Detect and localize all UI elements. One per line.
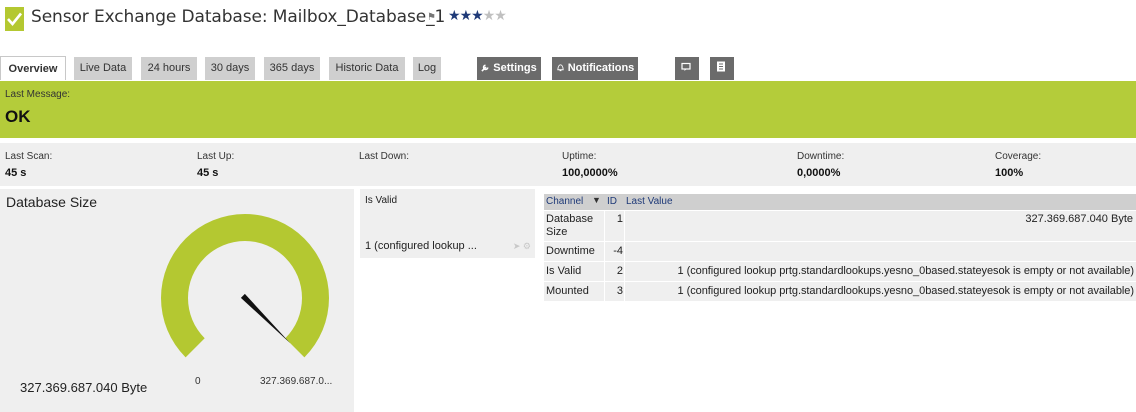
channel-last-value: 327.369.687.040 Byte <box>1025 213 1133 225</box>
stat-label: Downtime: <box>797 151 845 162</box>
channel-id: 2 <box>616 265 623 277</box>
gauge-max-label: 327.369.687.0... <box>260 376 333 387</box>
star-icon[interactable]: ★ <box>483 8 496 24</box>
list-icon <box>716 61 725 72</box>
tab-overview[interactable]: Overview <box>0 56 66 80</box>
sensor-header: Sensor Exchange Database: Mailbox_Databa… <box>0 0 1136 38</box>
table-header: Channel ▼ ID Last Value <box>544 194 1136 210</box>
bell-icon <box>556 64 564 72</box>
gear-icon[interactable]: ⚙ <box>523 241 531 251</box>
table-row[interactable]: Is Valid 2 1 (configured lookup prtg.sta… <box>544 262 1136 281</box>
tab-365-days[interactable]: 365 days <box>264 57 320 80</box>
gauge-arc <box>161 214 329 358</box>
stat-value: 45 s <box>5 167 27 179</box>
channel-id: 1 <box>616 213 623 225</box>
star-icon[interactable]: ★ <box>460 8 473 24</box>
stat-label: Last Scan: <box>5 151 53 162</box>
stat-coverage: Coverage: 100% <box>995 151 1041 179</box>
stat-label: Uptime: <box>562 151 597 162</box>
last-message-value: OK <box>5 107 31 126</box>
is-valid-value: 1 (configured lookup ... <box>365 240 477 252</box>
stat-last-up: Last Up: 45 s <box>197 151 234 179</box>
last-message-label: Last Message: <box>5 89 71 100</box>
table-row[interactable]: Database Size 1 327.369.687.040 Byte <box>544 211 1136 241</box>
tab-settings[interactable]: Settings <box>477 57 541 80</box>
stat-label: Last Down: <box>359 151 410 162</box>
stat-last-down: Last Down: <box>359 151 409 167</box>
stat-value: 100% <box>995 167 1024 179</box>
stat-value: 45 s <box>197 167 219 179</box>
gauge-value: 327.369.687.040 Byte <box>20 380 148 395</box>
sort-down-icon[interactable]: ▼ <box>592 195 601 205</box>
tab-24-hours[interactable]: 24 hours <box>141 57 197 80</box>
tab-settings-label: Settings <box>493 62 537 74</box>
page-title: Sensor Exchange Database: Mailbox_Databa… <box>31 7 446 27</box>
stat-label: Coverage: <box>995 151 1042 162</box>
flag-icon[interactable]: ⚑ <box>427 12 436 23</box>
comment-icon <box>680 62 691 71</box>
gauge-panel[interactable]: Database Size 327.369.687.040 Byte 0 327… <box>0 189 354 412</box>
pin-icon[interactable]: ➤ <box>513 241 521 251</box>
channel-name: Is Valid <box>546 265 582 277</box>
tab-notifications-label: Notifications <box>567 62 635 74</box>
stat-value: 0,0000% <box>797 167 841 179</box>
comments-button[interactable] <box>675 57 699 80</box>
tab-notifications[interactable]: Notifications <box>552 57 638 80</box>
tab-log[interactable]: Log <box>413 57 441 80</box>
tab-live-data[interactable]: Live Data <box>74 57 132 80</box>
stats-bar: Last Scan: 45 s Last Up: 45 s Last Down:… <box>0 143 1136 186</box>
priority-stars[interactable]: ★★★★★ <box>448 8 507 24</box>
history-button[interactable] <box>710 57 734 80</box>
tab-historic-data[interactable]: Historic Data <box>329 57 405 80</box>
stat-value: 100,0000% <box>562 167 618 179</box>
status-ok-icon <box>5 7 24 31</box>
stat-label: Last Up: <box>197 151 235 162</box>
gauge-needle <box>240 293 291 344</box>
channel-id: -4 <box>613 245 623 257</box>
stat-downtime: Downtime: 0,0000% <box>797 151 844 179</box>
channel-name: Mounted <box>546 285 589 297</box>
table-row[interactable]: Mounted 3 1 (configured lookup prtg.stan… <box>544 282 1136 301</box>
channel-name: Database Size <box>546 213 594 238</box>
star-icon[interactable]: ★ <box>494 8 507 24</box>
tab-bar: Overview Live Data 24 hours 30 days 365 … <box>0 56 1136 80</box>
channel-id: 3 <box>616 285 623 297</box>
table-row[interactable]: Downtime -4 <box>544 242 1136 261</box>
star-icon[interactable]: ★ <box>471 8 484 24</box>
channel-last-value: 1 (configured lookup prtg.standardlookup… <box>677 265 1135 277</box>
last-message-bar: Last Message: OK <box>0 81 1136 138</box>
tab-30-days[interactable]: 30 days <box>205 57 255 80</box>
is-valid-title: Is Valid <box>365 195 398 206</box>
gauge-min-label: 0 <box>195 376 201 387</box>
column-header-id[interactable]: ID <box>607 196 617 207</box>
star-icon[interactable]: ★ <box>448 8 461 24</box>
wrench-icon <box>481 64 489 72</box>
channel-last-value: 1 (configured lookup prtg.standardlookup… <box>677 285 1135 297</box>
panel-tools: ➤ ⚙ <box>513 241 531 252</box>
column-header-channel[interactable]: Channel <box>546 196 583 207</box>
channel-name: Downtime <box>546 245 595 257</box>
stat-last-scan: Last Scan: 45 s <box>5 151 52 179</box>
is-valid-panel[interactable]: Is Valid 1 (configured lookup ... ➤ ⚙ <box>360 189 535 258</box>
stat-uptime: Uptime: 100,0000% <box>562 151 618 179</box>
column-header-last-value[interactable]: Last Value <box>626 196 673 207</box>
